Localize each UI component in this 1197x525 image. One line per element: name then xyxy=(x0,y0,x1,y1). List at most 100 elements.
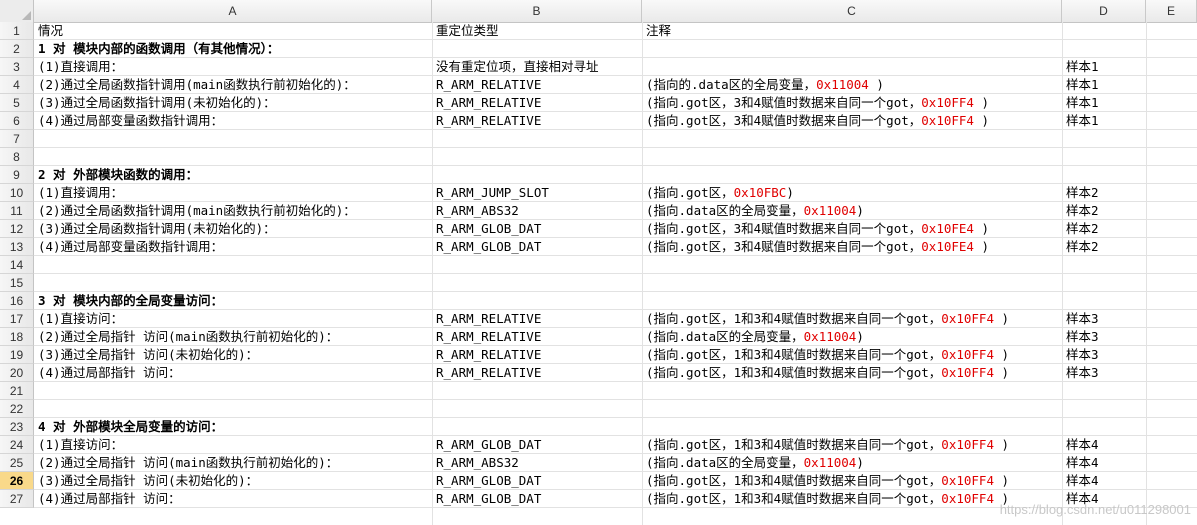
cell-a20[interactable]: (4)通过局部指针 访问： xyxy=(38,364,181,382)
cell-b17[interactable]: R_ARM_RELATIVE xyxy=(436,310,541,328)
cell-a19[interactable]: (3)通过全局指针 访问(未初始化的)： xyxy=(38,346,258,364)
cell-a16[interactable]: 3 对 模块内部的全局变量访问： xyxy=(38,292,223,310)
cell-a11[interactable]: (2)通过全局函数指针调用(main函数执行前初始化的)： xyxy=(38,202,356,220)
row-header-13[interactable]: 13 xyxy=(0,238,34,256)
cell-c27[interactable]: (指向.got区，1和3和4赋值时数据来自同一个got，0x10FF4 ) xyxy=(646,490,1009,508)
row-header-8[interactable]: 8 xyxy=(0,148,34,166)
row-header-4[interactable]: 4 xyxy=(0,76,34,94)
column-header-e[interactable]: E xyxy=(1146,0,1197,22)
cell-d4[interactable]: 样本1 xyxy=(1066,76,1099,94)
cell-b25[interactable]: R_ARM_ABS32 xyxy=(436,454,519,472)
cell-b11[interactable]: R_ARM_ABS32 xyxy=(436,202,519,220)
cell-b6[interactable]: R_ARM_RELATIVE xyxy=(436,112,541,130)
row-header-10[interactable]: 10 xyxy=(0,184,34,202)
cell-b5[interactable]: R_ARM_RELATIVE xyxy=(436,94,541,112)
row-header-24[interactable]: 24 xyxy=(0,436,34,454)
cell-c5[interactable]: (指向.got区，3和4赋值时数据来自同一个got，0x10FF4 ) xyxy=(646,94,989,112)
cell-d11[interactable]: 样本2 xyxy=(1066,202,1099,220)
cell-d26[interactable]: 样本4 xyxy=(1066,472,1099,490)
cell-c24[interactable]: (指向.got区，1和3和4赋值时数据来自同一个got，0x10FF4 ) xyxy=(646,436,1009,454)
row-header-14[interactable]: 14 xyxy=(0,256,34,274)
row-header-12[interactable]: 12 xyxy=(0,220,34,238)
column-header-b[interactable]: B xyxy=(432,0,642,22)
cell-a27[interactable]: (4)通过局部指针 访问： xyxy=(38,490,181,508)
cell-b13[interactable]: R_ARM_GLOB_DAT xyxy=(436,238,541,256)
cell-b27[interactable]: R_ARM_GLOB_DAT xyxy=(436,490,541,508)
cell-d24[interactable]: 样本4 xyxy=(1066,436,1099,454)
row-header-6[interactable]: 6 xyxy=(0,112,34,130)
cell-c11[interactable]: (指向.data区的全局变量，0x11004) xyxy=(646,202,864,220)
row-header-23[interactable]: 23 xyxy=(0,418,34,436)
row-header-2[interactable]: 2 xyxy=(0,40,34,58)
row-header-18[interactable]: 18 xyxy=(0,328,34,346)
cell-a26[interactable]: (3)通过全局指针 访问(未初始化的)： xyxy=(38,472,258,490)
cell-c25[interactable]: (指向.data区的全局变量，0x11004) xyxy=(646,454,864,472)
cell-d3[interactable]: 样本1 xyxy=(1066,58,1099,76)
cell-a12[interactable]: (3)通过全局函数指针调用(未初始化的)： xyxy=(38,220,276,238)
cell-a23[interactable]: 4 对 外部模块全局变量的访问： xyxy=(38,418,223,436)
cell-c13[interactable]: (指向.got区，3和4赋值时数据来自同一个got，0x10FE4 ) xyxy=(646,238,989,256)
cell-d5[interactable]: 样本1 xyxy=(1066,94,1099,112)
cell-d18[interactable]: 样本3 xyxy=(1066,328,1099,346)
cell-c18[interactable]: (指向.data区的全局变量，0x11004) xyxy=(646,328,864,346)
cell-b1[interactable]: 重定位类型 xyxy=(436,22,499,40)
cell-a1[interactable]: 情况 xyxy=(38,22,63,40)
cell-b19[interactable]: R_ARM_RELATIVE xyxy=(436,346,541,364)
cell-b20[interactable]: R_ARM_RELATIVE xyxy=(436,364,541,382)
row-header-26[interactable]: 26 xyxy=(0,472,34,490)
cell-a2[interactable]: 1 对 模块内部的函数调用（有其他情况）： xyxy=(38,40,279,58)
cell-c6[interactable]: (指向.got区，3和4赋值时数据来自同一个got，0x10FF4 ) xyxy=(646,112,989,130)
cell-c20[interactable]: (指向.got区，1和3和4赋值时数据来自同一个got，0x10FF4 ) xyxy=(646,364,1009,382)
cell-c17[interactable]: (指向.got区，1和3和4赋值时数据来自同一个got，0x10FF4 ) xyxy=(646,310,1009,328)
cell-c12[interactable]: (指向.got区，3和4赋值时数据来自同一个got，0x10FE4 ) xyxy=(646,220,989,238)
cell-a5[interactable]: (3)通过全局函数指针调用(未初始化的)： xyxy=(38,94,276,112)
cell-d25[interactable]: 样本4 xyxy=(1066,454,1099,472)
cell-d6[interactable]: 样本1 xyxy=(1066,112,1099,130)
row-header-3[interactable]: 3 xyxy=(0,58,34,76)
cell-a17[interactable]: (1)直接访问： xyxy=(38,310,123,328)
column-header-c[interactable]: C xyxy=(642,0,1062,22)
cell-a9[interactable]: 2 对 外部模块函数的调用： xyxy=(38,166,198,184)
cell-d20[interactable]: 样本3 xyxy=(1066,364,1099,382)
select-all-corner[interactable] xyxy=(0,0,34,22)
row-header-27[interactable]: 27 xyxy=(0,490,34,508)
row-header-22[interactable]: 22 xyxy=(0,400,34,418)
cell-a6[interactable]: (4)通过局部变量函数指针调用： xyxy=(38,112,223,130)
cell-c26[interactable]: (指向.got区，1和3和4赋值时数据来自同一个got，0x10FF4 ) xyxy=(646,472,1009,490)
cell-d17[interactable]: 样本3 xyxy=(1066,310,1099,328)
row-header-5[interactable]: 5 xyxy=(0,94,34,112)
cell-b26[interactable]: R_ARM_GLOB_DAT xyxy=(436,472,541,490)
cell-b3[interactable]: 没有重定位项，直接相对寻址 xyxy=(436,58,599,76)
cell-b10[interactable]: R_ARM_JUMP_SLOT xyxy=(436,184,549,202)
cell-a10[interactable]: (1)直接调用： xyxy=(38,184,123,202)
row-header-25[interactable]: 25 xyxy=(0,454,34,472)
cell-b12[interactable]: R_ARM_GLOB_DAT xyxy=(436,220,541,238)
cell-c10[interactable]: (指向.got区，0x10FBC) xyxy=(646,184,794,202)
cell-a13[interactable]: (4)通过局部变量函数指针调用： xyxy=(38,238,223,256)
cell-a3[interactable]: (1)直接调用： xyxy=(38,58,123,76)
cell-c1[interactable]: 注释 xyxy=(646,22,671,40)
cell-d13[interactable]: 样本2 xyxy=(1066,238,1099,256)
row-header-17[interactable]: 17 xyxy=(0,310,34,328)
cell-a25[interactable]: (2)通过全局指针 访问(main函数执行前初始化的)： xyxy=(38,454,338,472)
row-header-16[interactable]: 16 xyxy=(0,292,34,310)
row-header-20[interactable]: 20 xyxy=(0,364,34,382)
cell-a18[interactable]: (2)通过全局指针 访问(main函数执行前初始化的)： xyxy=(38,328,338,346)
cell-c4[interactable]: (指向的.data区的全局变量，0x11004 ) xyxy=(646,76,884,94)
row-header-21[interactable]: 21 xyxy=(0,382,34,400)
cell-b18[interactable]: R_ARM_RELATIVE xyxy=(436,328,541,346)
row-header-7[interactable]: 7 xyxy=(0,130,34,148)
cell-b4[interactable]: R_ARM_RELATIVE xyxy=(436,76,541,94)
cell-a4[interactable]: (2)通过全局函数指针调用(main函数执行前初始化的)： xyxy=(38,76,356,94)
row-header-11[interactable]: 11 xyxy=(0,202,34,220)
column-header-a[interactable]: A xyxy=(34,0,432,22)
cell-b24[interactable]: R_ARM_GLOB_DAT xyxy=(436,436,541,454)
cell-a24[interactable]: (1)直接访问： xyxy=(38,436,123,454)
cell-c19[interactable]: (指向.got区，1和3和4赋值时数据来自同一个got，0x10FF4 ) xyxy=(646,346,1009,364)
column-header-d[interactable]: D xyxy=(1062,0,1146,22)
row-header-19[interactable]: 19 xyxy=(0,346,34,364)
row-header-15[interactable]: 15 xyxy=(0,274,34,292)
cell-d10[interactable]: 样本2 xyxy=(1066,184,1099,202)
row-header-1[interactable]: 1 xyxy=(0,22,34,40)
row-header-9[interactable]: 9 xyxy=(0,166,34,184)
